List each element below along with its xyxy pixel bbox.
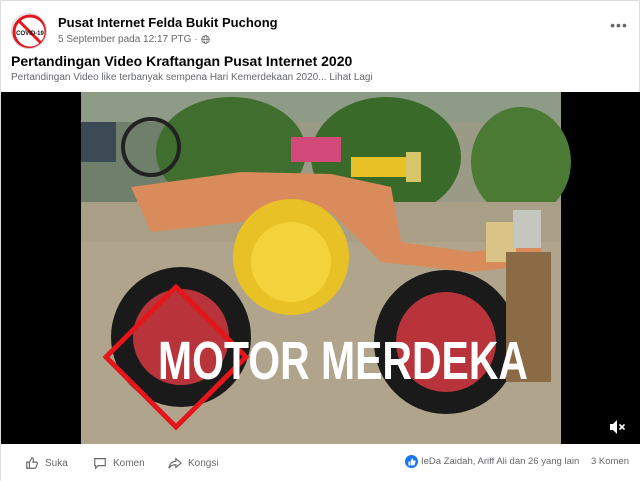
post-header: COVID-19 Pusat Internet Felda Bukit Puch… bbox=[11, 11, 631, 51]
post-card: COVID-19 Pusat Internet Felda Bukit Puch… bbox=[0, 0, 640, 481]
meta-separator: · bbox=[194, 34, 198, 45]
share-arrow-icon bbox=[168, 457, 182, 469]
comment-count[interactable]: 3 Komen bbox=[591, 456, 629, 467]
page-name[interactable]: Pusat Internet Felda Bukit Puchong bbox=[58, 15, 278, 30]
video-overlay-text: MOTOR MERDEKA bbox=[158, 331, 528, 391]
post-meta: 5 September pada 12:17 PTG · bbox=[58, 34, 210, 45]
reactions-summary[interactable]: IeDa Zaidah, Ariff Ali dan 26 yang lain bbox=[405, 455, 579, 468]
video-frame: MOTOR MERDEKA bbox=[81, 92, 571, 444]
covid-ban-icon: COVID-19 bbox=[12, 14, 46, 48]
like-reaction-icon bbox=[405, 455, 418, 468]
share-label: Kongsi bbox=[188, 457, 219, 469]
volume-mute-icon bbox=[610, 420, 626, 434]
comment-button[interactable]: Komen bbox=[93, 453, 145, 473]
thumbs-up-icon bbox=[26, 457, 38, 469]
more-options-button[interactable]: ••• bbox=[607, 17, 631, 37]
like-label: Suka bbox=[45, 457, 68, 469]
volume-mute-button[interactable] bbox=[607, 417, 627, 437]
comment-icon bbox=[94, 458, 106, 470]
page-avatar[interactable]: COVID-19 bbox=[11, 13, 47, 49]
share-button[interactable]: Kongsi bbox=[168, 453, 219, 473]
post-footer: Suka Komen Kongsi IeDa Zaidah, Ariff Ali… bbox=[1, 444, 640, 481]
post-timestamp[interactable]: 5 September pada 12:17 PTG bbox=[58, 34, 191, 45]
like-button[interactable]: Suka bbox=[25, 453, 68, 473]
post-description[interactable]: Pertandingan Video like terbanyak sempen… bbox=[11, 72, 373, 83]
reactions-text: IeDa Zaidah, Ariff Ali dan 26 yang lain bbox=[421, 456, 580, 467]
avatar-badge-text: COVID-19 bbox=[16, 31, 44, 37]
video-player[interactable]: MOTOR MERDEKA bbox=[1, 92, 640, 444]
post-title: Pertandingan Video Kraftangan Pusat Inte… bbox=[11, 53, 353, 69]
globe-icon bbox=[201, 35, 210, 44]
comment-label: Komen bbox=[113, 457, 145, 469]
